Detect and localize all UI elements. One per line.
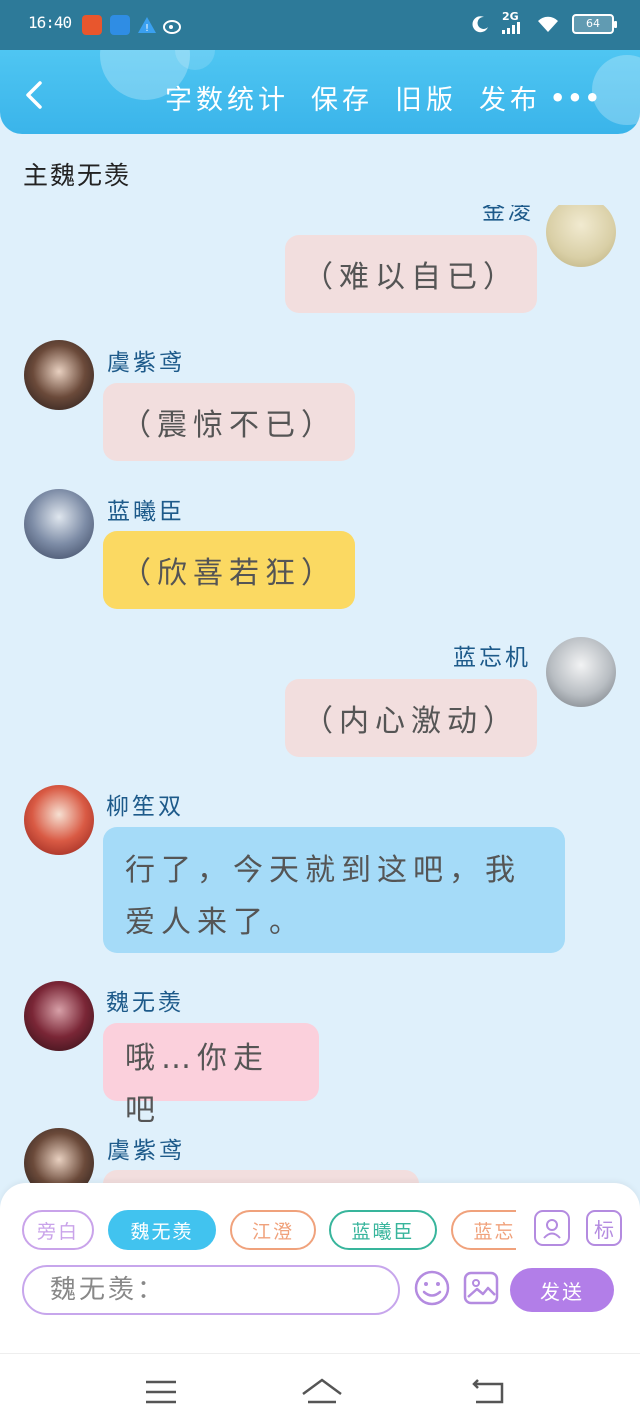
menu-icon	[146, 1380, 176, 1404]
back-button[interactable]	[20, 80, 50, 110]
weibo-icon	[163, 15, 183, 35]
emoji-button[interactable]	[413, 1269, 451, 1307]
status-bar: 16:40 ! 2G 64	[0, 0, 640, 50]
send-button[interactable]: 发送	[510, 1268, 614, 1312]
image-button[interactable]	[462, 1269, 500, 1307]
message-input[interactable]: 魏无羡：	[22, 1265, 400, 1315]
role-chip-narrator[interactable]: 旁白	[22, 1210, 94, 1250]
message-bubble[interactable]: 哦…你走吧	[103, 1023, 319, 1128]
role-selector[interactable]: 旁白 魏无羡 江澄 蓝曦臣 蓝忘机	[22, 1210, 516, 1252]
sender-name: 魏无羡	[106, 990, 184, 1016]
message-bubble[interactable]: 行了，今天就到这吧，我爱人来了。	[103, 827, 565, 953]
app-notification-icon	[110, 15, 130, 35]
menu-button[interactable]	[143, 1374, 179, 1410]
sender-name: 蓝曦臣	[107, 499, 185, 525]
image-icon	[463, 1271, 499, 1305]
sender-name: 蓝忘机	[453, 645, 531, 671]
status-icons: 2G 64	[472, 11, 617, 36]
message-bubble[interactable]: （震惊不已）	[103, 383, 355, 461]
avatar[interactable]	[24, 340, 94, 410]
svg-text:!: !	[145, 23, 149, 34]
back-icon	[472, 1379, 504, 1404]
sender-name: 虞紫鸢	[107, 1138, 185, 1164]
battery-icon: 64	[572, 14, 617, 34]
role-chip-active[interactable]: 魏无羡	[108, 1210, 216, 1250]
moon-icon	[472, 16, 488, 33]
protagonist-label: 主魏无羡	[23, 161, 132, 190]
publish-button[interactable]: 发布	[479, 78, 541, 117]
chevron-left-icon	[26, 81, 42, 109]
role-chip[interactable]: 蓝忘机	[451, 1210, 516, 1250]
word-count-button[interactable]: 字数统计	[165, 78, 289, 117]
message-bubble[interactable]	[103, 1170, 419, 1183]
network-type: 2G	[502, 11, 524, 36]
role-chip[interactable]: 江澄	[230, 1210, 316, 1250]
composer-panel: 旁白 魏无羡 江澄 蓝曦臣 蓝忘机 标 魏无羡： 发送	[0, 1183, 640, 1353]
sender-name: 虞紫鸢	[107, 350, 185, 376]
system-nav-bar	[0, 1353, 640, 1427]
warning-icon: !	[137, 15, 157, 35]
tag-button[interactable]: 标	[586, 1210, 622, 1246]
avatar[interactable]	[546, 205, 616, 267]
old-version-button[interactable]: 旧版	[395, 78, 457, 117]
home-button[interactable]	[300, 1374, 344, 1410]
role-chip[interactable]: 蓝曦臣	[329, 1210, 437, 1250]
more-dots-icon: •••	[549, 84, 602, 112]
avatar[interactable]	[24, 981, 94, 1051]
more-button[interactable]: •••	[550, 84, 602, 112]
avatar[interactable]	[24, 1128, 94, 1183]
app-notification-icon	[82, 15, 102, 35]
save-button[interactable]: 保存	[311, 78, 373, 117]
chat-area[interactable]: 金凌 （难以自已） 虞紫鸢 （震惊不已） 蓝曦臣 （欣喜若狂） 蓝忘机 （内心激…	[0, 205, 640, 1183]
clock: 16:40	[28, 13, 72, 32]
message-bubble[interactable]: （欣喜若狂）	[103, 531, 355, 609]
header-actions: 字数统计 保存 旧版 发布	[165, 78, 541, 117]
avatar[interactable]	[546, 637, 616, 707]
sender-name: 柳笙双	[106, 794, 184, 820]
back-nav-button[interactable]	[470, 1374, 506, 1410]
avatar[interactable]	[24, 489, 94, 559]
avatar[interactable]	[24, 785, 94, 855]
wifi-icon	[538, 16, 558, 32]
home-icon	[302, 1378, 342, 1404]
message-bubble[interactable]: （难以自已）	[285, 235, 537, 313]
app-header: 字数统计 保存 旧版 发布 •••	[0, 50, 640, 134]
person-card-icon[interactable]	[534, 1210, 570, 1246]
sender-name: 金凌	[482, 205, 534, 225]
smiley-icon	[414, 1270, 450, 1306]
message-bubble[interactable]: （内心激动）	[285, 679, 537, 757]
